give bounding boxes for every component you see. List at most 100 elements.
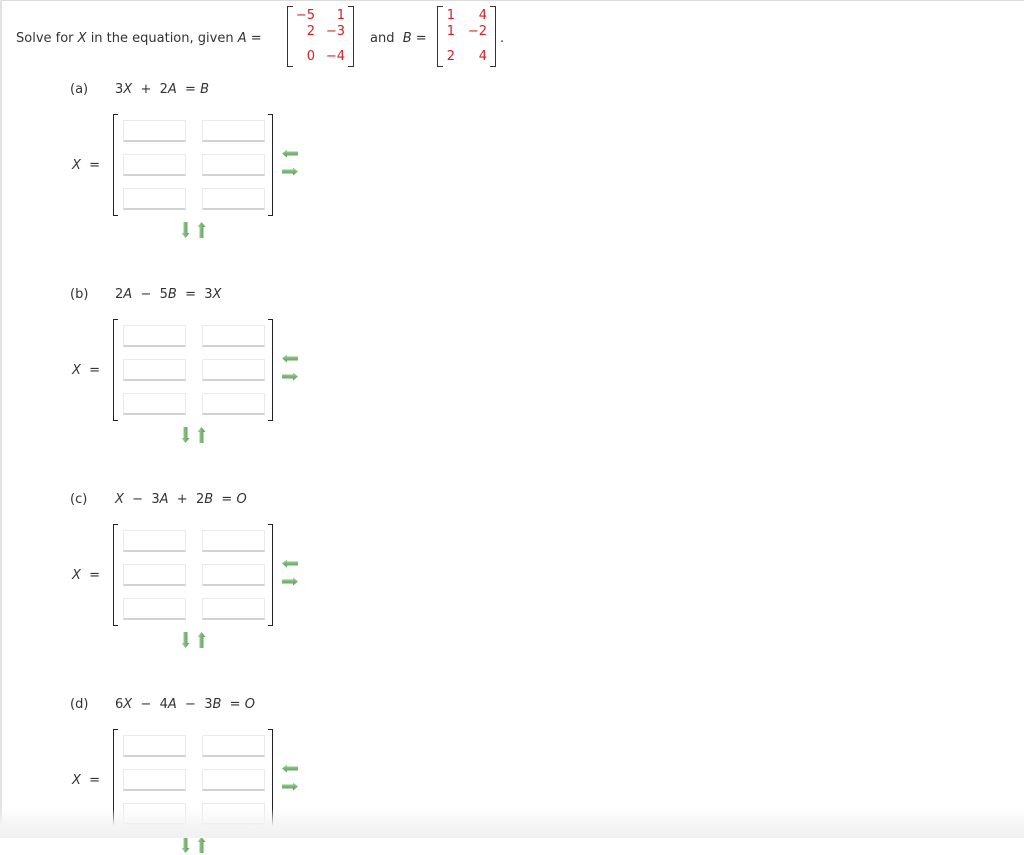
arrow-left-icon[interactable]	[282, 764, 298, 773]
x-equals-label: X =	[72, 773, 100, 788]
arrow-down-icon[interactable]	[181, 837, 190, 853]
answer-input-r3c2[interactable]	[202, 393, 265, 415]
answer-input-r2c1[interactable]	[123, 359, 186, 381]
answer-input-r1c2[interactable]	[202, 325, 265, 347]
arrow-down-icon[interactable]	[181, 632, 190, 648]
answer-input-r1c1[interactable]	[123, 735, 186, 757]
arrow-left-icon[interactable]	[282, 354, 298, 363]
matrix-a-cell: −4	[325, 49, 345, 64]
arrow-right-icon[interactable]	[282, 167, 298, 176]
math-variable: X	[115, 492, 124, 507]
matrix-a-cell: 2	[306, 24, 315, 39]
answer-input-r1c2[interactable]	[202, 120, 265, 142]
arrow-up-icon[interactable]	[197, 427, 206, 443]
answer-input-r1c2[interactable]	[202, 735, 265, 757]
frame-top-border	[0, 0, 1024, 1]
math-text: =	[80, 363, 101, 378]
answer-input-r3c2[interactable]	[202, 598, 265, 620]
answer-matrix	[113, 729, 275, 831]
matrix-b-cell: −2	[467, 24, 487, 39]
matrix-b-cell: 1	[446, 8, 455, 23]
equals-sign: =	[246, 31, 262, 46]
answer-input-r1c1[interactable]	[123, 325, 186, 347]
arrow-left-icon[interactable]	[282, 559, 298, 568]
arrow-up-icon[interactable]	[197, 632, 206, 648]
answer-input-r2c2[interactable]	[202, 564, 265, 586]
left-bracket	[113, 319, 118, 421]
right-bracket	[268, 729, 273, 831]
matrix-a-cell: 0	[306, 49, 315, 64]
right-bracket	[268, 319, 273, 421]
part-equation: 3X + 2A = B	[115, 82, 209, 97]
math-variable: X	[72, 568, 81, 583]
arrow-right-icon[interactable]	[282, 577, 298, 586]
x-equals-label: X =	[72, 568, 100, 583]
arrow-left-icon[interactable]	[282, 149, 298, 158]
part-label: (b)	[70, 287, 89, 302]
math-variable: O	[244, 697, 255, 712]
answer-input-r3c2[interactable]	[202, 803, 265, 825]
matrix-b-cell: 4	[478, 49, 487, 64]
matrix-a: −5 1 2 −3 0 −4	[287, 6, 354, 67]
math-text: =	[213, 492, 237, 507]
answer-input-r2c1[interactable]	[123, 154, 186, 176]
matrix-b: 1 4 1 −2 2 4	[437, 6, 496, 67]
question-middle: in the equation, given	[86, 31, 238, 46]
math-variable: O	[236, 492, 247, 507]
answer-input-r3c1[interactable]	[123, 393, 186, 415]
right-bracket	[348, 6, 354, 67]
math-text: = 3	[176, 287, 213, 302]
math-variable: A	[167, 697, 177, 712]
answer-input-r1c2[interactable]	[202, 530, 265, 552]
arrow-down-icon[interactable]	[181, 222, 190, 238]
math-text: + 2	[168, 492, 205, 507]
arrow-right-icon[interactable]	[282, 782, 298, 791]
row-controls	[179, 837, 209, 855]
part-equation: 6X − 4A − 3B = O	[115, 697, 255, 712]
math-text: =	[176, 82, 201, 97]
right-bracket	[490, 6, 496, 67]
answer-input-r2c2[interactable]	[202, 769, 265, 791]
answer-input-r2c1[interactable]	[123, 564, 186, 586]
math-variable: X	[123, 697, 133, 712]
answer-input-r3c1[interactable]	[123, 598, 186, 620]
math-variable: X	[212, 287, 222, 302]
answer-input-r3c2[interactable]	[202, 188, 265, 210]
math-variable: A	[159, 492, 169, 507]
variable-b: B	[402, 31, 412, 46]
equals-sign-b: =	[411, 31, 427, 46]
math-text: − 4	[132, 697, 168, 712]
math-text: =	[221, 697, 245, 712]
matrix-a-cell: −3	[325, 24, 345, 39]
math-variable: A	[123, 287, 133, 302]
column-controls	[282, 354, 298, 384]
math-text: =	[80, 568, 101, 583]
right-bracket	[268, 114, 273, 216]
arrow-down-icon[interactable]	[181, 427, 190, 443]
part-label: (c)	[70, 492, 88, 507]
answer-input-r2c2[interactable]	[202, 154, 265, 176]
math-variable: A	[167, 82, 177, 97]
and-text: and	[370, 31, 395, 46]
math-text: − 5	[132, 287, 168, 302]
answer-input-r3c1[interactable]	[123, 803, 186, 825]
variable-x: X	[77, 31, 87, 46]
answer-input-r2c2[interactable]	[202, 359, 265, 381]
math-variable: B	[167, 287, 177, 302]
question-prefix: Solve for	[16, 31, 78, 46]
arrow-right-icon[interactable]	[282, 372, 298, 381]
part-label: (d)	[70, 697, 89, 712]
column-controls	[282, 149, 298, 179]
frame-left-border	[0, 0, 2, 838]
left-bracket	[113, 729, 118, 831]
answer-input-r3c1[interactable]	[123, 188, 186, 210]
left-bracket	[287, 6, 293, 67]
right-bracket	[268, 524, 273, 626]
math-text: =	[80, 773, 101, 788]
answer-input-r2c1[interactable]	[123, 769, 186, 791]
answer-input-r1c1[interactable]	[123, 530, 186, 552]
arrow-up-icon[interactable]	[197, 222, 206, 238]
arrow-up-icon[interactable]	[197, 837, 206, 853]
part-label: (a)	[70, 82, 89, 97]
answer-input-r1c1[interactable]	[123, 120, 186, 142]
